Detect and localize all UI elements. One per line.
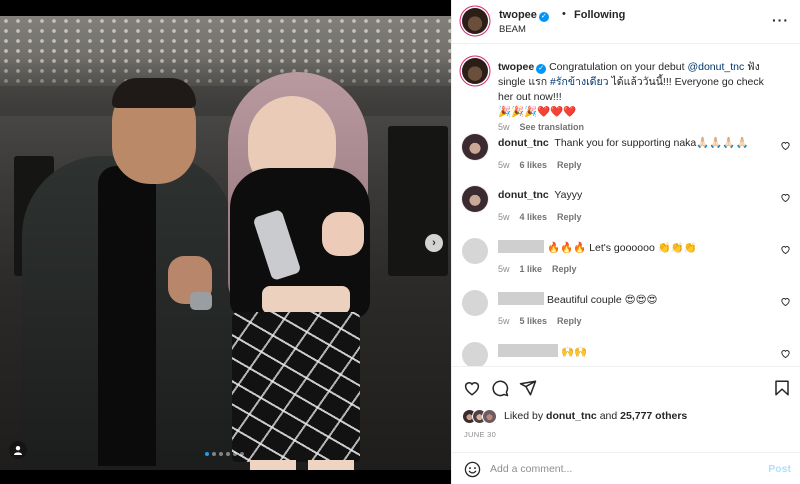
like-heart-icon[interactable] xyxy=(463,379,481,397)
comment-likes[interactable]: 1 like xyxy=(520,264,543,274)
more-options-icon[interactable]: ··· xyxy=(772,12,789,28)
carousel-dot xyxy=(212,452,216,456)
carousel-dot xyxy=(226,452,230,456)
like-comment-heart-icon[interactable] xyxy=(780,140,791,151)
reply-button[interactable]: Reply xyxy=(552,264,577,274)
emoji-icon[interactable] xyxy=(464,461,481,478)
caption-mention[interactable]: @donut_tnc xyxy=(687,61,744,73)
commenter-username[interactable]: donut_tnc xyxy=(498,137,549,149)
comment-text: Beautiful couple 😍😍😍 xyxy=(547,294,658,306)
post-media: › xyxy=(0,0,451,470)
carousel-dot xyxy=(233,452,237,456)
like-comment-heart-icon[interactable] xyxy=(780,244,791,255)
commenter-avatar[interactable] xyxy=(462,134,488,160)
comment-likes[interactable]: 5 likes xyxy=(520,316,548,326)
comment-likes[interactable]: 4 likes xyxy=(520,212,548,222)
following-button[interactable]: Following xyxy=(574,9,625,21)
carousel-dot xyxy=(219,452,223,456)
commenter-avatar[interactable] xyxy=(462,342,488,366)
like-comment-heart-icon[interactable] xyxy=(780,296,791,307)
commenter-avatar[interactable] xyxy=(462,186,488,212)
caption-username[interactable]: twopee xyxy=(498,61,534,73)
reply-button[interactable]: Reply xyxy=(557,316,582,326)
see-translation-button[interactable]: See translation xyxy=(520,122,585,132)
share-send-icon[interactable] xyxy=(519,379,537,397)
caption-emojis: 🎉🎉🎉❤️❤️❤️ xyxy=(498,106,577,118)
reply-button[interactable]: Reply xyxy=(557,160,582,170)
redacted-username xyxy=(498,344,558,357)
redacted-username xyxy=(498,240,544,253)
user-icon xyxy=(14,446,22,455)
chevron-right-icon: › xyxy=(432,237,436,249)
caption-avatar[interactable] xyxy=(462,58,488,84)
post-header: twopee ✓ • Following BEAM ··· xyxy=(452,0,800,44)
commenter-avatar[interactable] xyxy=(462,238,488,264)
post-comment-button[interactable]: Post xyxy=(768,463,791,475)
like-comment-heart-icon[interactable] xyxy=(780,192,791,203)
location-link[interactable]: BEAM xyxy=(499,24,526,35)
comment-bubble-icon[interactable] xyxy=(491,379,509,397)
caption-text: Congratulation on your debut xyxy=(549,61,688,73)
carousel-dot xyxy=(205,452,209,456)
caption-time[interactable]: 5w xyxy=(498,122,510,132)
verified-badge-icon: ✓ xyxy=(538,12,549,22)
author-username[interactable]: twopee ✓ xyxy=(499,9,549,22)
reply-button[interactable]: Reply xyxy=(557,212,582,222)
liker-avatar[interactable] xyxy=(482,408,497,424)
commenter-username[interactable]: donut_tnc xyxy=(498,189,549,201)
action-bar xyxy=(452,366,800,406)
like-comment-heart-icon[interactable] xyxy=(780,348,791,359)
comment-text: 🔥🔥🔥 Let's goooooo 👏👏👏 xyxy=(547,242,697,254)
comment-text: Thank you for supporting naka🙏🏻🙏🏻🙏🏻🙏🏻 xyxy=(554,137,749,149)
post-photo xyxy=(0,16,451,470)
post-date[interactable]: JUNE 30 xyxy=(464,430,496,439)
post-panel: twopee ✓ • Following BEAM ··· twopee ✓ Con… xyxy=(451,0,800,484)
carousel-dot xyxy=(240,452,244,456)
comment-text: Yayyy xyxy=(554,189,583,201)
caption-hashtag[interactable]: #รักข้างเดียว xyxy=(550,76,609,88)
next-image-button[interactable]: › xyxy=(425,234,443,252)
add-comment-bar: Post xyxy=(452,452,800,484)
comment-input[interactable] xyxy=(490,461,750,477)
redacted-username xyxy=(498,292,544,305)
instagram-post-view: › twopee ✓ • Following BEAM ··· twopee ✓… xyxy=(0,0,800,484)
liked-by-user[interactable]: donut_tnc xyxy=(546,410,597,422)
comment-text: 🙌🙌 xyxy=(561,346,588,358)
header-separator: • xyxy=(562,8,566,20)
save-bookmark-icon[interactable] xyxy=(773,379,791,397)
verified-badge-icon: ✓ xyxy=(536,64,547,74)
comment-likes[interactable]: 6 likes xyxy=(520,160,548,170)
carousel-indicator xyxy=(205,452,244,456)
author-avatar[interactable] xyxy=(462,8,488,34)
liked-by-others[interactable]: 25,777 others xyxy=(620,410,687,422)
comments-section: twopee ✓ Congratulation on your debut @do… xyxy=(452,44,800,366)
likes-summary: Liked by donut_tnc and 25,777 others xyxy=(462,406,687,426)
commenter-avatar[interactable] xyxy=(462,290,488,316)
tagged-users-button[interactable] xyxy=(9,441,27,459)
